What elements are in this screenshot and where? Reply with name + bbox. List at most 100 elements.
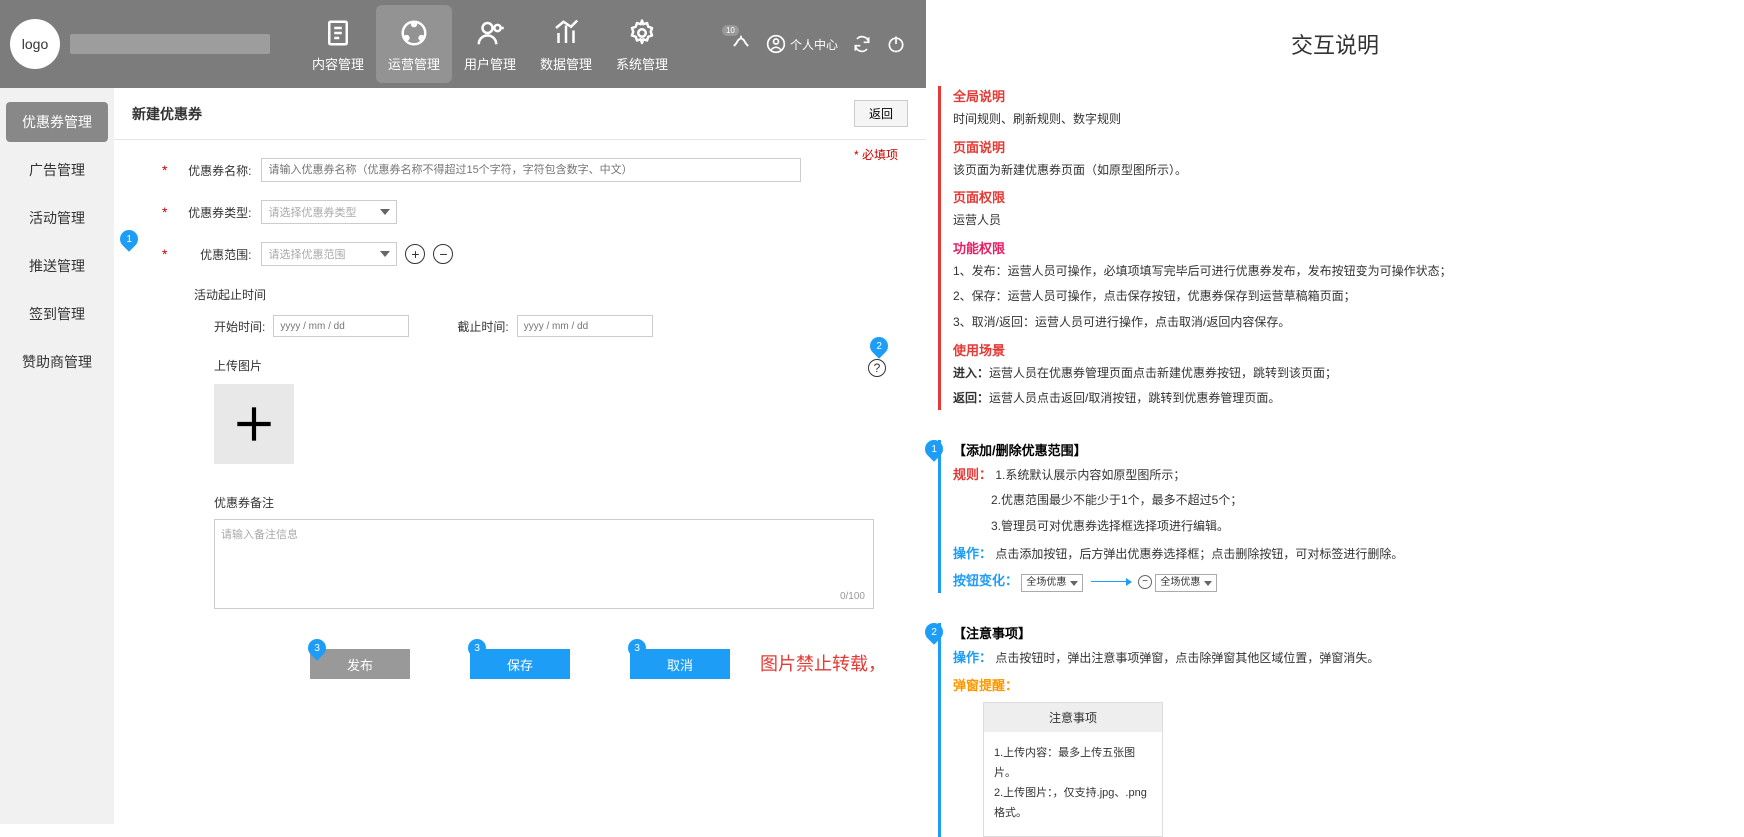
publish-button[interactable]: 3发布: [310, 649, 410, 679]
main-content: 新建优惠券 返回 必填项 * 优惠券名称: * 优惠券类型: 请选择优惠券类型: [114, 88, 926, 824]
coupon-scope-label: 优惠范围:: [175, 246, 251, 263]
required-note: 必填项: [854, 146, 898, 163]
required-star: *: [162, 246, 167, 262]
ops-icon: [397, 16, 431, 50]
coupon-type-label: 优惠券类型:: [175, 204, 251, 221]
doc-panel: 交互说明 全局说明 时间规则、刷新规则、数字规则 页面说明 该页面为新建优惠券页…: [926, 0, 1744, 824]
doc-op-h: 操作：: [953, 650, 992, 665]
annotation-2: 2: [866, 333, 891, 358]
sidebar-item-activity[interactable]: 活动管理: [0, 194, 114, 242]
sidebar-item-checkin[interactable]: 签到管理: [0, 290, 114, 338]
remark-placeholder: 请输入备注信息: [221, 529, 298, 541]
start-time-input[interactable]: [273, 315, 409, 337]
annotation-1: 1: [116, 226, 141, 251]
notification-icon[interactable]: [730, 33, 752, 55]
time-section-label: 活动起止时间: [194, 286, 878, 303]
doc-text: 时间规则、刷新规则、数字规则: [953, 109, 1732, 131]
nav-label: 用户管理: [464, 54, 516, 73]
plus-icon: [229, 399, 279, 449]
user-center[interactable]: 个人中心: [766, 34, 838, 54]
doc-text: 1.系统默认展示内容如原型图所示；: [995, 468, 1185, 482]
nav-operations[interactable]: 运营管理: [376, 5, 452, 83]
doc-text: 1.上传内容：最多上传五张图片。: [994, 744, 1152, 784]
sidebar-item-coupon[interactable]: 优惠券管理: [6, 102, 108, 142]
annotation-3: 3: [624, 635, 649, 660]
user-circle-icon: [766, 34, 786, 54]
doc-perm-heading: 页面权限: [953, 187, 1732, 206]
user-center-label: 个人中心: [790, 36, 838, 53]
coupon-scope-select[interactable]: 请选择优惠范围: [261, 242, 397, 266]
back-button[interactable]: 返回: [854, 100, 908, 127]
save-button[interactable]: 3保存: [470, 649, 570, 679]
nav-label: 运营管理: [388, 54, 440, 73]
nav-data[interactable]: 数据管理: [528, 5, 604, 83]
doc-text: 2.优惠范围最少不能少于1个，最多不超过5个；: [953, 490, 1732, 512]
sidebar-item-push[interactable]: 推送管理: [0, 242, 114, 290]
doc-global-heading: 全局说明: [953, 86, 1732, 105]
app-name-placeholder: [70, 34, 270, 54]
end-time-label: 截止时间:: [457, 318, 508, 335]
doc-page-heading: 页面说明: [953, 137, 1732, 156]
minus-icon: −: [1138, 575, 1152, 589]
refresh-icon[interactable]: [852, 34, 872, 54]
doc-text: 该页面为新建优惠券页面（如原型图所示）。: [953, 160, 1732, 182]
tip-title: 注意事项: [984, 703, 1162, 732]
doc-text: 点击按钮时，弹出注意事项弹窗，点击除弹窗其他区域位置，弹窗消失。: [995, 651, 1379, 665]
nav-content[interactable]: 内容管理: [300, 5, 376, 83]
nav-users[interactable]: 用户管理: [452, 5, 528, 83]
top-header: logo 内容管理 运营管理 用户管理 数据管理: [0, 0, 926, 88]
doc-text: 运营人员: [953, 210, 1732, 232]
sidebar: 优惠券管理 广告管理 活动管理 推送管理 签到管理 赞助商管理: [0, 88, 114, 824]
coupon-name-label: 优惠券名称:: [175, 162, 251, 179]
user-icon: [473, 16, 507, 50]
doc-text: 3、取消/返回：运营人员可进行操作，点击取消/返回内容保存。: [953, 312, 1732, 334]
coupon-type-select[interactable]: 请选择优惠券类型: [261, 200, 397, 224]
nav-label: 数据管理: [540, 54, 592, 73]
upload-image-button[interactable]: [214, 384, 294, 464]
required-star: *: [162, 162, 167, 178]
doc-text: 3.管理员可对优惠券选择框选择项进行编辑。: [953, 516, 1732, 538]
nav-label: 内容管理: [312, 54, 364, 73]
doc-text: 返回：运营人员点击返回/取消按钮，跳转到优惠券管理页面。: [953, 388, 1732, 410]
doc-title: 交互说明: [926, 0, 1744, 80]
sidebar-item-sponsor[interactable]: 赞助商管理: [0, 338, 114, 386]
doc-icon: [321, 16, 355, 50]
doc-text: 进入：进入：运营人员在优惠券管理页面点击新建优惠券按钮，跳转到该页面；运营人员在…: [953, 363, 1732, 385]
required-star: *: [162, 204, 167, 220]
remark-label: 优惠券备注: [214, 494, 826, 511]
doc-rule-h: 规则：: [953, 467, 992, 482]
doc-text: 点击添加按钮，后方弹出优惠券选择框；点击删除按钮，可对标签进行删除。: [995, 547, 1403, 561]
tip-popup: 注意事项 1.上传内容：最多上传五张图片。 2.上传图片：，仅支持.jpg、.p…: [983, 702, 1163, 836]
remove-scope-button[interactable]: −: [433, 244, 453, 264]
doc-op-h: 操作：: [953, 546, 992, 561]
doc-text: 2.上传图片：，仅支持.jpg、.png 格式。: [994, 784, 1152, 824]
logo: logo: [10, 19, 60, 69]
coupon-name-input[interactable]: [261, 158, 801, 182]
upload-label: 上传图片: [214, 357, 878, 374]
doc-tip-h: 弹窗提醒：: [953, 675, 1732, 694]
cancel-button[interactable]: 3取消: [630, 649, 730, 679]
doc-text: 2、保存：运营人员可操作，点击保存按钮，优惠券保存到运营草稿箱页面；: [953, 286, 1732, 308]
annotation-3: 3: [464, 635, 489, 660]
help-button[interactable]: ?: [868, 359, 886, 377]
remark-textarea[interactable]: 请输入备注信息 0/100: [214, 519, 874, 609]
nav-system[interactable]: 系统管理: [604, 5, 680, 83]
doc-btn-change-h: 按钮变化：: [953, 573, 1018, 588]
add-scope-button[interactable]: +: [405, 244, 425, 264]
power-icon[interactable]: [886, 34, 906, 54]
sidebar-item-ad[interactable]: 广告管理: [0, 146, 114, 194]
page-title: 新建优惠券: [132, 104, 202, 124]
doc-sec1-title: 【添加/删除优惠范围】: [953, 440, 1732, 459]
start-time-label: 开始时间:: [214, 318, 265, 335]
doc-scene-heading: 使用场景: [953, 340, 1732, 359]
mini-select-after: 全场优惠: [1155, 574, 1217, 592]
chart-icon: [549, 16, 583, 50]
gear-icon: [625, 16, 659, 50]
doc-sec2-title: 【注意事项】: [953, 623, 1732, 642]
mini-select-before: 全场优惠: [1021, 574, 1083, 592]
doc-func-heading: 功能权限: [953, 238, 1732, 257]
nav-label: 系统管理: [616, 54, 668, 73]
doc-text: 1、发布：运营人员可操作，必填项填写完毕后可进行优惠券发布，发布按钮变为可操作状…: [953, 261, 1732, 283]
end-time-input[interactable]: [517, 315, 653, 337]
annotation-3: 3: [304, 635, 329, 660]
